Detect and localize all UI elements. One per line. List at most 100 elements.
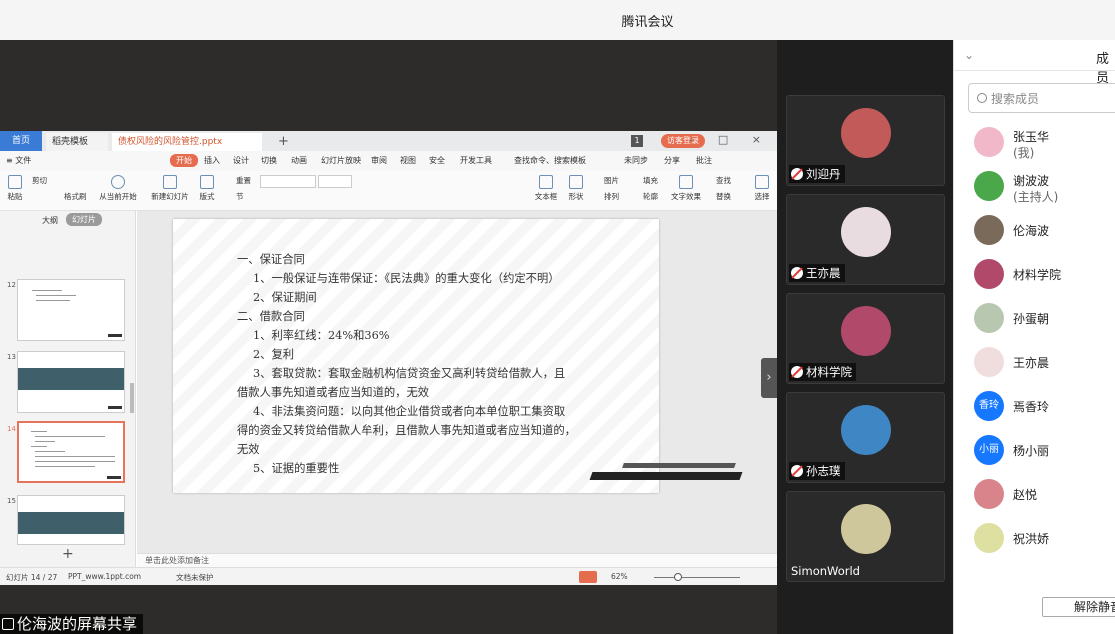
cut-button[interactable]: 剪切 [32, 175, 47, 186]
thumb-bar [108, 406, 122, 409]
member-role: (主持人) [1013, 190, 1059, 204]
layout-button[interactable]: 版式 [196, 175, 218, 202]
zoom-slider-knob[interactable] [674, 573, 682, 581]
tab-slides[interactable]: 幻灯片 [66, 213, 102, 226]
member-row[interactable]: 张玉华 (我) [954, 123, 1115, 163]
outline-label: 轮廓 [643, 192, 658, 201]
zoom-level[interactable]: 62% [611, 572, 628, 581]
font-size-select[interactable] [318, 175, 352, 188]
slide-text-line: 1、利率红线：24%和36% [253, 329, 390, 342]
tab-templates[interactable]: 稻壳模板 [46, 133, 108, 151]
font-name-select[interactable] [260, 175, 316, 188]
video-tile[interactable]: SimonWorld [786, 491, 945, 582]
slide-thumbnail-selected[interactable] [17, 421, 125, 483]
menu-security[interactable]: 安全 [429, 155, 445, 166]
video-tile[interactable]: 材料学院 [786, 293, 945, 384]
member-row[interactable]: 祝洪娇 [954, 519, 1115, 559]
member-row[interactable]: 香玲 焉香玲 [954, 387, 1115, 427]
menu-animation[interactable]: 动画 [291, 155, 307, 166]
find-button[interactable]: 查找 [716, 175, 731, 186]
arrange-button[interactable]: 排列 [604, 191, 619, 202]
menu-design[interactable]: 设计 [233, 155, 249, 166]
fill-button[interactable]: 填充 [643, 175, 658, 186]
avatar [974, 479, 1004, 509]
chevron-down-icon[interactable]: ⌄ [964, 48, 974, 62]
avatar [974, 215, 1004, 245]
thumb-text-line [31, 446, 47, 447]
slideshow-play-button[interactable] [579, 571, 597, 583]
tab-pptx-file[interactable]: 债权风险的风险管控.pptx [112, 133, 262, 151]
reset-label: 重置 [236, 176, 251, 185]
notes-area[interactable]: 单击此处添加备注 [137, 553, 777, 567]
section-button[interactable]: 节 [236, 191, 244, 202]
member-row[interactable]: 谢波波 (主持人) [954, 167, 1115, 207]
arrange-label: 排列 [604, 192, 619, 201]
member-name: 杨小丽 [1013, 444, 1050, 458]
tab-home[interactable]: 首页 [0, 131, 42, 151]
share-button[interactable]: 分享 [664, 155, 680, 166]
member-name: 孙蛋朝 [1013, 312, 1050, 326]
window-controls[interactable]: – □ × [689, 133, 771, 146]
member-name: 谢波波 [1013, 174, 1050, 188]
avatar [974, 171, 1004, 201]
from-current-label: 从当前开始 [99, 192, 137, 201]
video-tile[interactable]: 刘迎丹 [786, 95, 945, 186]
members-title: 成员 [1096, 52, 1110, 86]
mic-muted-icon [791, 465, 803, 477]
member-name: 材料学院 [1013, 268, 1062, 282]
text-effect-button[interactable]: 文字效果 [671, 175, 701, 202]
window-count-badge: 1 [631, 135, 643, 147]
paste-button[interactable]: 粘贴 [4, 175, 26, 202]
thumbnail-scrollbar[interactable] [130, 383, 134, 413]
replace-button[interactable]: 替换 [716, 191, 731, 202]
shape-button[interactable]: 形状 [564, 175, 588, 202]
thumb-bar [108, 334, 122, 337]
menu-switch[interactable]: 切换 [261, 155, 277, 166]
tab-outline[interactable]: 大纲 [42, 215, 58, 226]
wps-ribbon: 粘贴 剪切 格式刷 从当前开始 新建幻灯片 版式 重置 节 文本框 形状 图片 … [0, 171, 777, 211]
textbox-button[interactable]: 文本框 [532, 175, 560, 202]
member-row[interactable]: 王亦晨 [954, 343, 1115, 383]
slide-thumbnail[interactable] [17, 279, 125, 341]
collapse-video-strip-button[interactable]: › [761, 358, 777, 398]
from-current-button[interactable]: 从当前开始 [96, 175, 140, 202]
doc-protection-status[interactable]: 文档未保护 [176, 572, 214, 583]
format-painter-button[interactable]: 格式刷 [64, 191, 87, 202]
unmute-button[interactable]: 解除静音 [1042, 597, 1115, 617]
member-row[interactable]: 小丽 杨小丽 [954, 431, 1115, 471]
menu-file[interactable]: ≡ 文件 [6, 155, 31, 166]
zoom-slider[interactable] [654, 577, 740, 578]
member-row[interactable]: 材料学院 [954, 255, 1115, 295]
command-search[interactable]: 查找命令、搜索模板 [514, 155, 586, 166]
select-button[interactable]: 选择 [750, 175, 774, 202]
layout-icon [200, 175, 214, 189]
member-row[interactable]: 伦海波 [954, 211, 1115, 251]
menu-dev-tools[interactable]: 开发工具 [460, 155, 492, 166]
member-search-input[interactable] [991, 89, 1111, 109]
menu-view[interactable]: 视图 [400, 155, 416, 166]
member-search-box[interactable] [968, 83, 1115, 113]
member-row[interactable]: 赵悦 [954, 475, 1115, 515]
slide-text-line: 5、证据的重要性 [253, 462, 340, 475]
new-slide-label: 新建幻灯片 [151, 192, 189, 201]
thumb-text-line [36, 295, 76, 296]
menu-review[interactable]: 审阅 [371, 155, 387, 166]
outline-button[interactable]: 轮廓 [643, 191, 658, 202]
video-tile[interactable]: 孙志璞 [786, 392, 945, 483]
slide-thumbnail[interactable] [17, 495, 125, 545]
picture-button[interactable]: 图片 [604, 175, 619, 186]
reset-button[interactable]: 重置 [236, 175, 251, 186]
menu-insert[interactable]: 插入 [204, 155, 220, 166]
member-row[interactable]: 孙蛋朝 [954, 299, 1115, 339]
menu-slideshow[interactable]: 幻灯片放映 [321, 155, 361, 166]
current-slide[interactable]: 一、保证合同 1、一般保证与连带保证：《民法典》的重大变化（约定不明） 2、保证… [173, 219, 743, 493]
new-tab-button[interactable]: + [272, 133, 295, 151]
slide-thumbnail[interactable] [17, 351, 125, 413]
avatar [841, 306, 891, 356]
new-slide-button[interactable]: 新建幻灯片 [150, 175, 190, 202]
sync-status[interactable]: 未同步 [624, 155, 648, 166]
comment-button[interactable]: 批注 [696, 155, 712, 166]
menu-start[interactable]: 开始 [170, 154, 198, 167]
video-tile[interactable]: 王亦晨 [786, 194, 945, 285]
add-slide-button[interactable]: + [62, 546, 74, 562]
